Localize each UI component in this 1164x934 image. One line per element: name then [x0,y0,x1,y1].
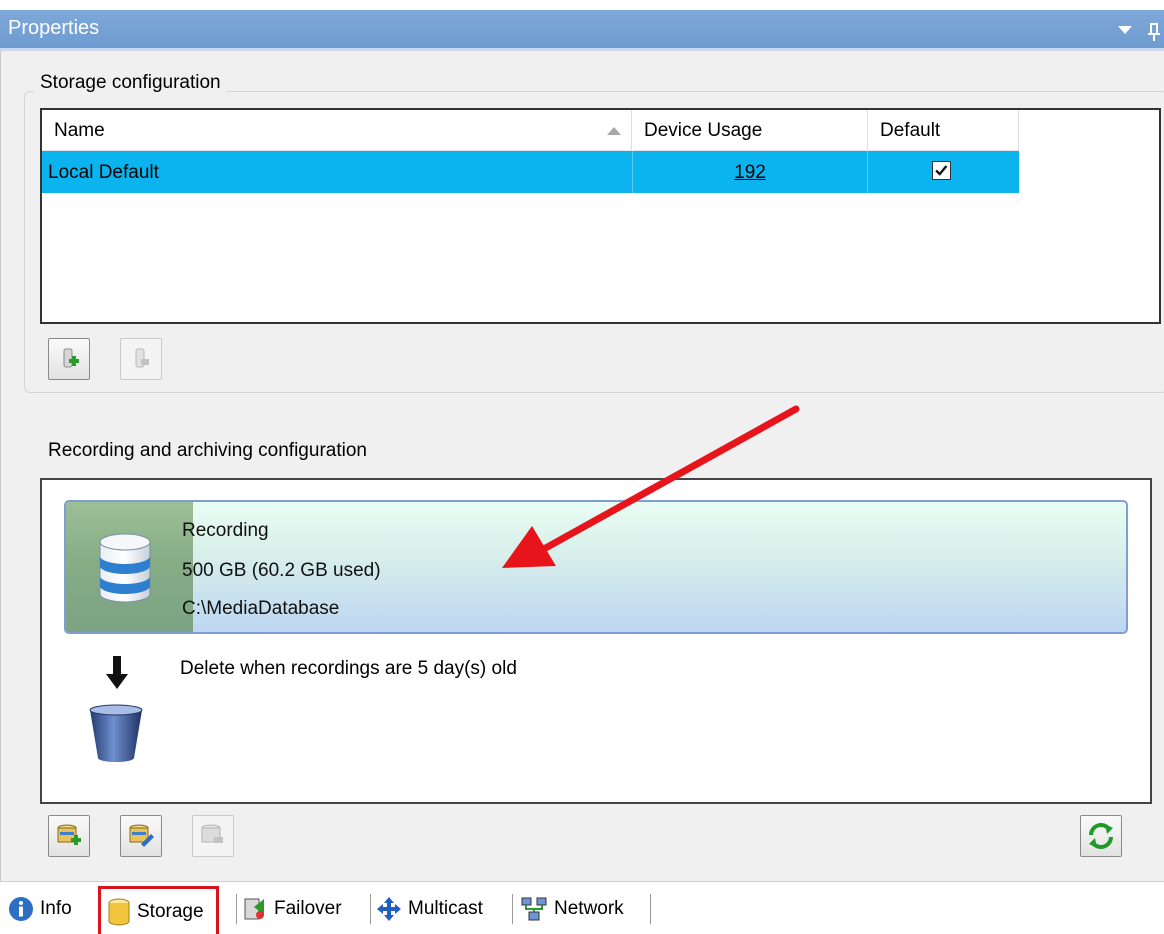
tab-separator [650,894,651,924]
remove-storage-icon [135,348,149,368]
column-header-name[interactable]: Name [42,110,632,150]
edit-recording-storage-button[interactable] [120,815,162,857]
network-icon [521,897,547,921]
delete-recording-storage-button[interactable] [192,815,234,857]
database-icon [108,898,130,925]
pin-icon[interactable] [1148,22,1162,42]
recording-archiving-label: Recording and archiving configuration [48,440,367,461]
default-checkbox[interactable] [932,161,951,180]
device-usage-link[interactable]: 192 [734,162,766,183]
multicast-icon [377,897,401,921]
sort-ascending-icon [607,127,621,135]
recording-size: 500 GB (60.2 GB used) [182,560,381,581]
tab-label: Multicast [408,898,483,919]
recording-archiving-area: Recording 500 GB (60.2 GB used) C:\Media… [40,478,1152,804]
database-icon [99,533,151,603]
add-storage-button[interactable] [48,338,90,380]
device-usage-cell: 192 [632,151,868,193]
add-recording-storage-button[interactable] [48,815,90,857]
add-database-icon [57,824,81,845]
delete-rule-text: Delete when recordings are 5 day(s) old [180,658,517,679]
dropdown-arrow-icon[interactable] [1118,26,1132,34]
properties-title-bar: Properties [0,10,1164,51]
tab-separator [236,894,237,924]
recording-title: Recording [182,520,269,541]
recording-storage-box[interactable]: Recording 500 GB (60.2 GB used) C:\Media… [64,500,1128,634]
refresh-icon [1089,823,1113,849]
arrow-down-icon [106,656,128,689]
storage-name-cell: Local Default [48,162,159,183]
failover-icon [244,898,264,920]
storage-grid[interactable]: Name Device Usage Default Local Default … [40,108,1161,324]
remove-storage-button[interactable] [120,338,162,380]
tab-storage[interactable]: Storage [98,886,219,934]
tab-label: Info [40,898,72,919]
trash-bin-icon [89,704,143,762]
refresh-button[interactable] [1080,815,1122,857]
window-title: Properties [8,17,100,39]
edit-database-icon [129,824,154,847]
tab-separator [512,894,513,924]
column-header-default[interactable]: Default [868,110,1019,150]
table-row[interactable]: Local Default 192 [42,151,1019,193]
tab-label: Network [554,898,624,919]
info-icon [9,897,33,921]
tab-separator [370,894,371,924]
tab-network[interactable]: Network [520,890,624,928]
tab-label: Failover [274,898,342,919]
add-storage-icon [63,348,79,368]
recording-path: C:\MediaDatabase [182,598,340,619]
column-header-device-usage[interactable]: Device Usage [632,110,868,150]
grid-header: Name Device Usage Default [42,110,1019,151]
tab-multicast[interactable]: Multicast [376,890,483,928]
delete-database-icon [201,824,223,843]
storage-configuration-label: Storage configuration [34,72,227,94]
tab-failover[interactable]: Failover [242,890,342,928]
tab-label: Storage [137,900,204,922]
tab-info[interactable]: Info [8,890,72,928]
properties-tab-bar: Info Storage Failover Multicast Network [0,881,1164,934]
